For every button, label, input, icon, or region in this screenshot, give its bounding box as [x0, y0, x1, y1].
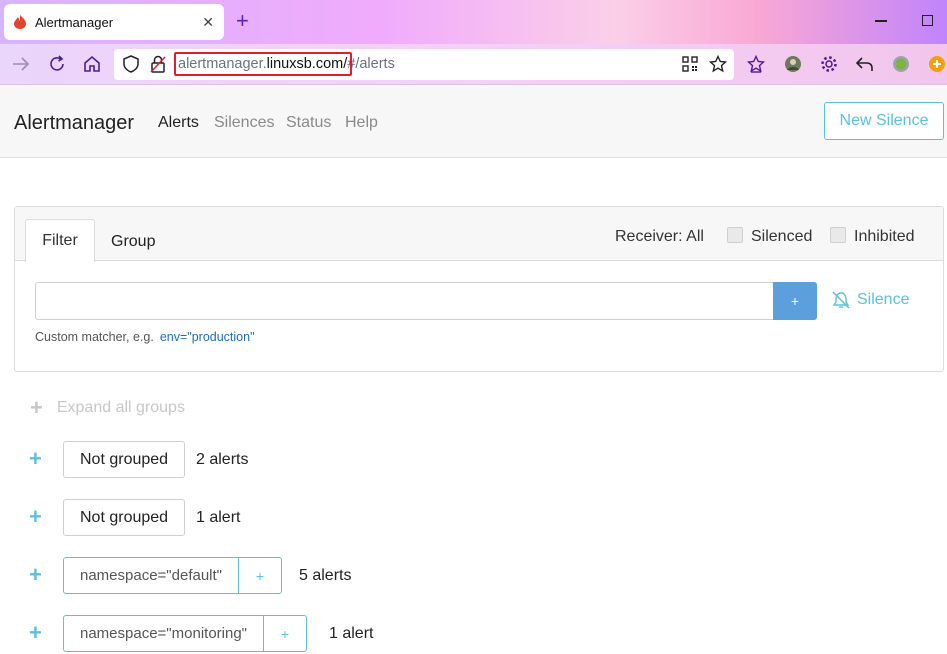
group-matcher-pill: namespace="monitoring" + [63, 615, 307, 652]
bell-slash-icon [832, 291, 850, 309]
plus-icon: + [30, 395, 43, 420]
firefox-favicon [14, 15, 26, 29]
gear-icon[interactable] [819, 54, 839, 74]
group-alert-count: 2 alerts [196, 451, 249, 468]
extension-star-icon[interactable] [746, 54, 766, 74]
receiver-select[interactable]: Receiver: All [615, 228, 704, 246]
nav-link-help[interactable]: Help [345, 114, 378, 132]
forward-icon[interactable] [11, 54, 31, 74]
filter-card-header: Filter Group Receiver: All Silenced Inhi… [15, 207, 943, 262]
group-label-button[interactable]: Not grouped [63, 441, 186, 478]
expand-all-label: Expand all groups [56, 399, 185, 416]
expand-all-groups[interactable]: + Expand all groups [30, 395, 185, 421]
tab-group[interactable]: Group [111, 233, 155, 251]
home-icon[interactable] [82, 54, 102, 74]
silence-link-label: Silence [857, 291, 910, 308]
group-alert-count: 5 alerts [299, 567, 352, 584]
filter-input[interactable] [35, 282, 775, 320]
silenced-checkbox[interactable] [727, 227, 743, 243]
brand-title[interactable]: Alertmanager [14, 112, 134, 135]
silenced-label: Silenced [751, 228, 813, 245]
inhibited-label: Inhibited [854, 228, 915, 245]
matcher-hint: Custom matcher, e.g. env="production" [35, 330, 255, 344]
group-alert-count: 1 alert [196, 509, 241, 526]
new-tab-button[interactable]: + [236, 8, 249, 34]
expand-group-icon[interactable]: + [29, 562, 42, 588]
tab-filter[interactable]: Filter [25, 219, 95, 262]
group-alert-count: 1 alert [329, 625, 374, 642]
close-tab-icon[interactable]: ✕ [202, 14, 214, 31]
app-navbar: Alertmanager Alerts Silences Status Help… [0, 85, 947, 158]
nav-link-alerts[interactable]: Alerts [158, 114, 199, 132]
minimize-window-icon[interactable] [875, 20, 887, 22]
group-matcher-label[interactable]: namespace="default" [64, 558, 239, 593]
add-to-filter-button[interactable]: + [264, 616, 306, 651]
expand-group-icon[interactable]: + [29, 620, 42, 646]
group-label-button[interactable]: Not grouped [63, 499, 186, 536]
new-silence-button[interactable]: New Silence [824, 102, 944, 140]
nav-link-status[interactable]: Status [286, 114, 331, 132]
qr-code-icon[interactable] [680, 54, 700, 74]
expand-group-icon[interactable]: + [29, 504, 42, 530]
tab-title: Alertmanager [35, 14, 114, 30]
maximize-window-icon[interactable] [922, 15, 933, 26]
lock-icon[interactable] [148, 54, 168, 74]
reload-icon[interactable] [47, 54, 67, 74]
add-to-filter-button[interactable]: + [239, 558, 281, 593]
filter-card: Filter Group Receiver: All Silenced Inhi… [14, 206, 944, 372]
browser-nav-bar [0, 44, 947, 85]
group-matcher-pill: namespace="default" + [63, 557, 282, 594]
add-matcher-button[interactable]: + [773, 282, 817, 320]
avatar[interactable] [783, 54, 803, 74]
green-dot-icon[interactable] [891, 54, 911, 74]
browser-tab[interactable]: Alertmanager ✕ [4, 4, 224, 40]
browser-tab-bar: Alertmanager ✕ + [0, 0, 947, 44]
matcher-example: env="production" [159, 330, 255, 344]
silence-link[interactable]: Silence [831, 291, 909, 309]
group-matcher-label[interactable]: namespace="monitoring" [64, 616, 264, 651]
shield-icon[interactable] [121, 54, 141, 74]
inhibited-checkbox[interactable] [830, 227, 846, 243]
extension-icon[interactable] [927, 54, 947, 74]
url-highlight-annotation [174, 52, 352, 76]
undo-icon[interactable] [855, 54, 875, 74]
expand-group-icon[interactable]: + [29, 446, 42, 472]
nav-link-silences[interactable]: Silences [214, 114, 274, 132]
bookmark-star-icon[interactable] [708, 54, 728, 74]
